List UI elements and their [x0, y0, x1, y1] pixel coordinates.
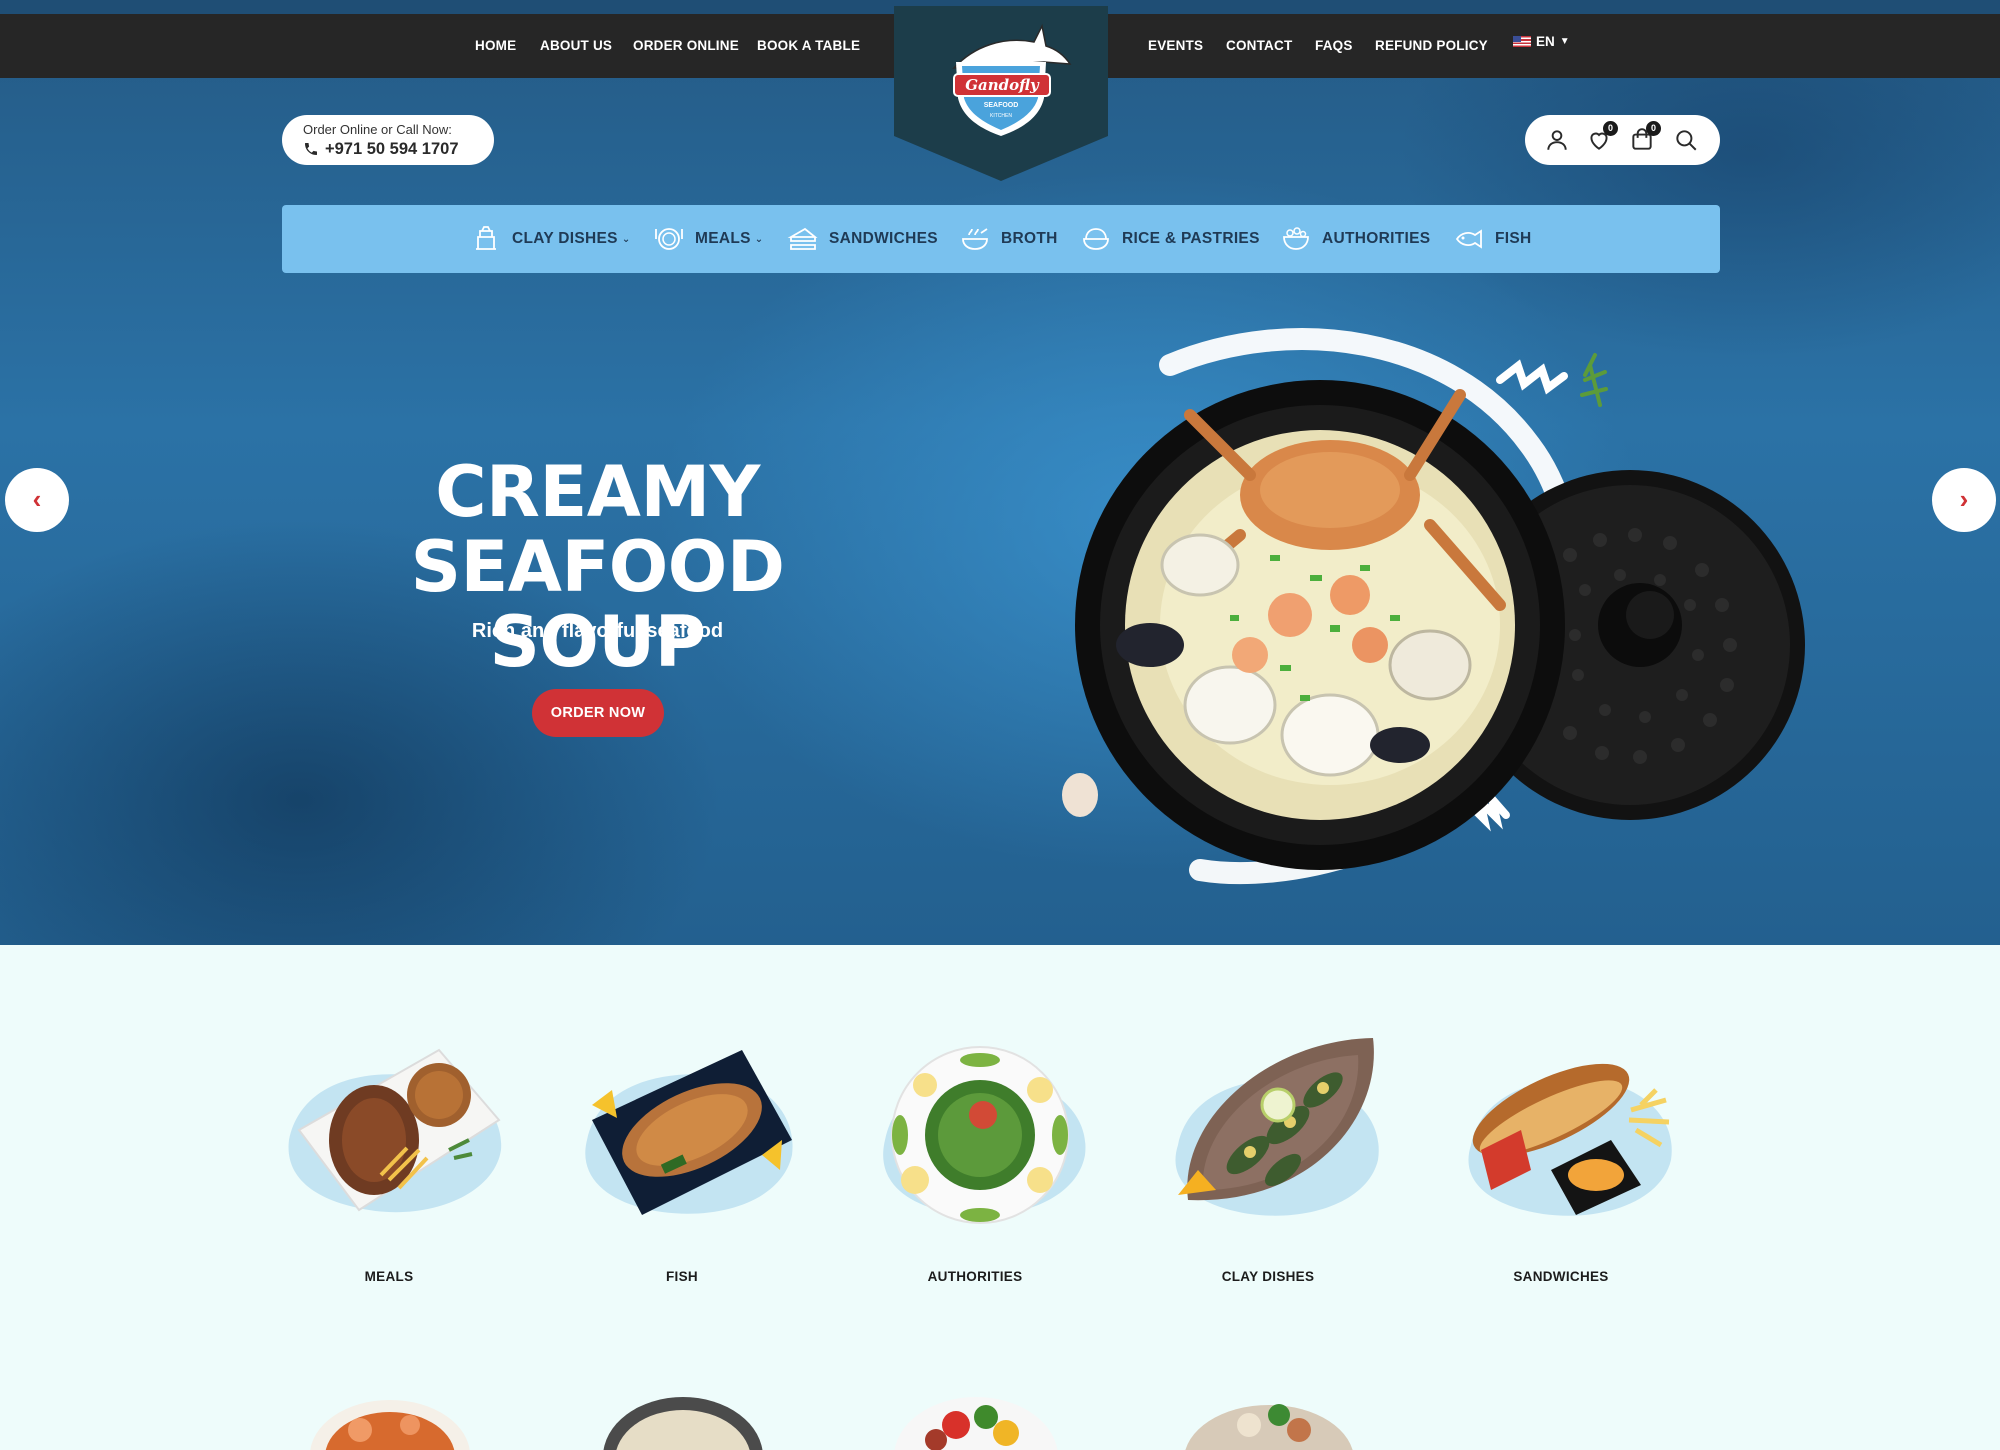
- nav-events[interactable]: EVENTS: [1148, 14, 1203, 78]
- fish-icon: [1455, 229, 1482, 249]
- category-card-authorities[interactable]: AUTHORITIES: [845, 1030, 1105, 1290]
- logo-subline-text: KITCHEN: [990, 113, 1012, 119]
- category-bar: CLAY DISHES ⌄ MEALS ⌄ SANDWICHES BROTH R…: [282, 205, 1720, 273]
- seafood-soup-image: [1062, 328, 1805, 885]
- plate-icon: [655, 228, 683, 250]
- chevron-right-icon: ›: [1959, 484, 1969, 514]
- category-label: FISH: [1495, 230, 1532, 247]
- category-card-clay-dishes[interactable]: CLAY DISHES: [1138, 1030, 1398, 1290]
- mussels-platter-image: [1175, 1038, 1379, 1216]
- sandwich-fries-image: [1468, 1063, 1672, 1216]
- nav-home[interactable]: HOME: [475, 14, 516, 78]
- logo-brand-text: Gandofly: [965, 76, 1040, 94]
- chevron-down-icon: ⌄: [621, 233, 631, 245]
- category-sandwiches[interactable]: SANDWICHES: [787, 205, 938, 273]
- contact-phone[interactable]: +971 50 594 1707: [303, 139, 494, 159]
- category-authorities[interactable]: AUTHORITIES: [1280, 205, 1430, 273]
- clay-pot-icon: [476, 226, 496, 250]
- category-label: CLAY DISHES: [512, 230, 618, 247]
- brand-logo[interactable]: Gandofly SEAFOOD KITCHEN: [894, 6, 1108, 181]
- logo-tagline-text: SEAFOOD: [984, 102, 1019, 109]
- us-flag-icon: [1513, 36, 1531, 47]
- rice-card-image-partial: [603, 1397, 763, 1450]
- chevron-down-icon: ▼: [1559, 36, 1570, 47]
- category-card-meals[interactable]: MEALS: [259, 1030, 519, 1290]
- wishlist-button[interactable]: 0: [1586, 121, 1618, 153]
- hero-title: CREAMY SEAFOOD SOUP: [240, 455, 955, 680]
- chevron-down-icon: ⌄: [754, 233, 764, 245]
- language-selector[interactable]: EN ▼: [1513, 34, 1570, 49]
- platter-card-image-partial: [1185, 1404, 1353, 1450]
- nav-faqs[interactable]: FAQS: [1315, 14, 1353, 78]
- header-actions: 0 0: [1525, 115, 1720, 165]
- category-rice-pastries[interactable]: RICE & PASTRIES: [1080, 205, 1260, 273]
- chevron-left-icon: ‹: [32, 484, 42, 514]
- hero-slider: HOME ABOUT US ORDER ONLINE BOOK A TABLE …: [0, 0, 2000, 945]
- hero-title-line1: CREAMY SEAFOOD: [410, 451, 785, 608]
- salad-card-image-partial: [894, 1397, 1058, 1450]
- category-label: BROTH: [1001, 230, 1058, 247]
- contact-label: Order Online or Call Now:: [303, 122, 452, 137]
- category-label: AUTHORITIES: [1322, 230, 1431, 247]
- tabbouleh-salad-image: [883, 1046, 1086, 1224]
- cart-button[interactable]: 0: [1629, 121, 1661, 153]
- slider-prev-button[interactable]: ‹: [5, 468, 69, 532]
- order-now-button[interactable]: ORDER NOW: [532, 689, 664, 737]
- wishlist-count-badge: 0: [1603, 121, 1618, 136]
- language-label: EN: [1536, 34, 1555, 49]
- phone-icon: [305, 143, 317, 155]
- category-label: RICE & PASTRIES: [1122, 230, 1260, 247]
- salad-bowl-icon: [1283, 227, 1309, 250]
- category-card-label: AUTHORITIES: [927, 1269, 1023, 1284]
- nav-order-online[interactable]: ORDER ONLINE: [633, 14, 739, 78]
- hero-subtitle: Rich and flavorful seafood: [471, 620, 724, 642]
- category-label: MEALS: [695, 230, 751, 247]
- nav-book-a-table[interactable]: BOOK A TABLE: [757, 14, 860, 78]
- search-icon[interactable]: [1673, 127, 1699, 153]
- contact-phone-number: +971 50 594 1707: [325, 140, 459, 158]
- category-label: SANDWICHES: [829, 230, 938, 247]
- broth-card-image-partial: [310, 1400, 470, 1450]
- nav-about-us[interactable]: ABOUT US: [540, 14, 612, 78]
- cart-count-badge: 0: [1646, 121, 1661, 136]
- category-card-sandwiches[interactable]: SANDWICHES: [1431, 1030, 1691, 1290]
- slider-next-button[interactable]: ›: [1932, 468, 1996, 532]
- user-icon[interactable]: [1544, 127, 1570, 153]
- category-card-label: SANDWICHES: [1513, 1269, 1609, 1284]
- category-card-fish[interactable]: FISH: [552, 1030, 812, 1290]
- category-clay-dishes[interactable]: CLAY DISHES ⌄: [470, 205, 631, 273]
- category-fish[interactable]: FISH: [1453, 205, 1532, 273]
- nav-refund-policy[interactable]: REFUND POLICY: [1375, 14, 1488, 78]
- category-broth[interactable]: BROTH: [959, 205, 1058, 273]
- rice-bowl-icon: [1083, 228, 1109, 250]
- grilled-fish-tray-image: [585, 1050, 793, 1215]
- contact-pill[interactable]: Order Online or Call Now: +971 50 594 17…: [282, 115, 494, 165]
- sandwich-icon: [787, 227, 818, 250]
- category-card-label: FISH: [666, 1269, 698, 1284]
- broth-bowl-icon: [962, 228, 988, 250]
- grilled-fish-meal-image: [288, 1048, 502, 1213]
- category-card-label: CLAY DISHES: [1221, 1269, 1315, 1284]
- nav-contact[interactable]: CONTACT: [1226, 14, 1292, 78]
- category-meals[interactable]: MEALS ⌄: [653, 205, 763, 273]
- category-card-label: MEALS: [364, 1269, 414, 1284]
